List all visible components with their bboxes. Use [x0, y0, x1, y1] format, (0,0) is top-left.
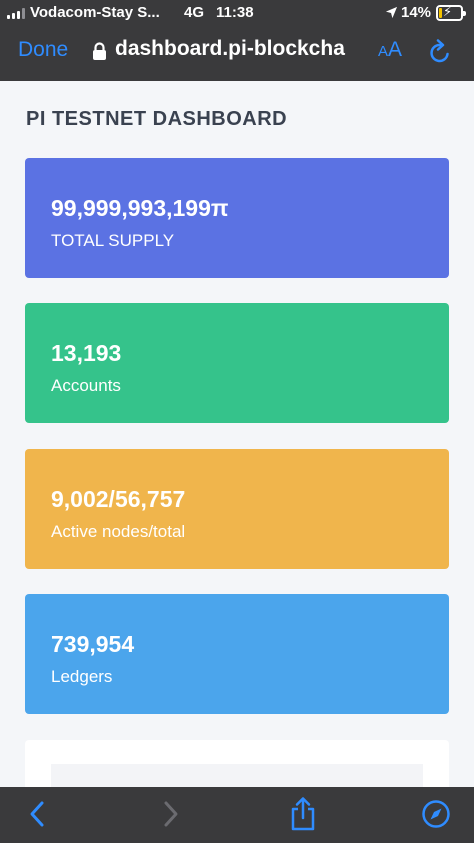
- accounts-label: Accounts: [51, 376, 121, 395]
- chevron-left-icon[interactable]: [26, 799, 50, 829]
- url-text[interactable]: dashboard.pi-blockcha: [115, 37, 368, 61]
- active-nodes-card: 9,002/56,757 Active nodes/total: [25, 449, 449, 569]
- text-size-large-letter: A: [388, 38, 403, 61]
- network-type: 4G: [184, 4, 205, 21]
- battery-level: [439, 8, 442, 18]
- text-size-button[interactable]: AA: [378, 38, 402, 62]
- signal-strength-icon: [7, 8, 25, 19]
- compass-icon[interactable]: [421, 799, 451, 829]
- total-supply-value: 99,999,993,199π: [51, 195, 229, 221]
- accounts-card: 13,193 Accounts: [25, 303, 449, 423]
- location-arrow-icon: [385, 6, 398, 19]
- reload-icon[interactable]: [428, 39, 452, 65]
- total-supply-card: 99,999,993,199π TOTAL SUPPLY: [25, 158, 449, 278]
- phone-screen: Vodacom-Stay S... 4G 11:38 14% ⚡ Done da…: [0, 0, 474, 843]
- status-bar: Vodacom-Stay S... 4G 11:38 14% ⚡: [0, 0, 474, 26]
- battery-percent: 14%: [401, 4, 432, 21]
- active-nodes-value: 9,002/56,757: [51, 486, 186, 512]
- browser-toolbar: [0, 787, 474, 843]
- ledgers-card: 739,954 Ledgers: [25, 594, 449, 714]
- ledgers-label: Ledgers: [51, 667, 113, 686]
- battery-icon: ⚡: [436, 4, 466, 21]
- status-time: 11:38: [216, 4, 254, 21]
- charging-bolt-icon: ⚡: [443, 4, 453, 19]
- chevron-right-icon[interactable]: [158, 799, 182, 829]
- text-size-small-letter: A: [378, 43, 389, 60]
- ledgers-value: 739,954: [51, 631, 135, 657]
- accounts-value: 13,193: [51, 340, 122, 366]
- share-icon[interactable]: [288, 796, 318, 832]
- active-nodes-label: Active nodes/total: [51, 522, 186, 541]
- lock-icon: [93, 42, 106, 60]
- done-button[interactable]: Done: [18, 38, 68, 62]
- page-title: PI TESTNET DASHBOARD: [26, 108, 288, 130]
- total-supply-label: TOTAL SUPPLY: [51, 231, 175, 250]
- carrier-name: Vodacom-Stay S...: [30, 4, 160, 21]
- browser-address-bar: Done dashboard.pi-blockcha AA: [0, 26, 474, 81]
